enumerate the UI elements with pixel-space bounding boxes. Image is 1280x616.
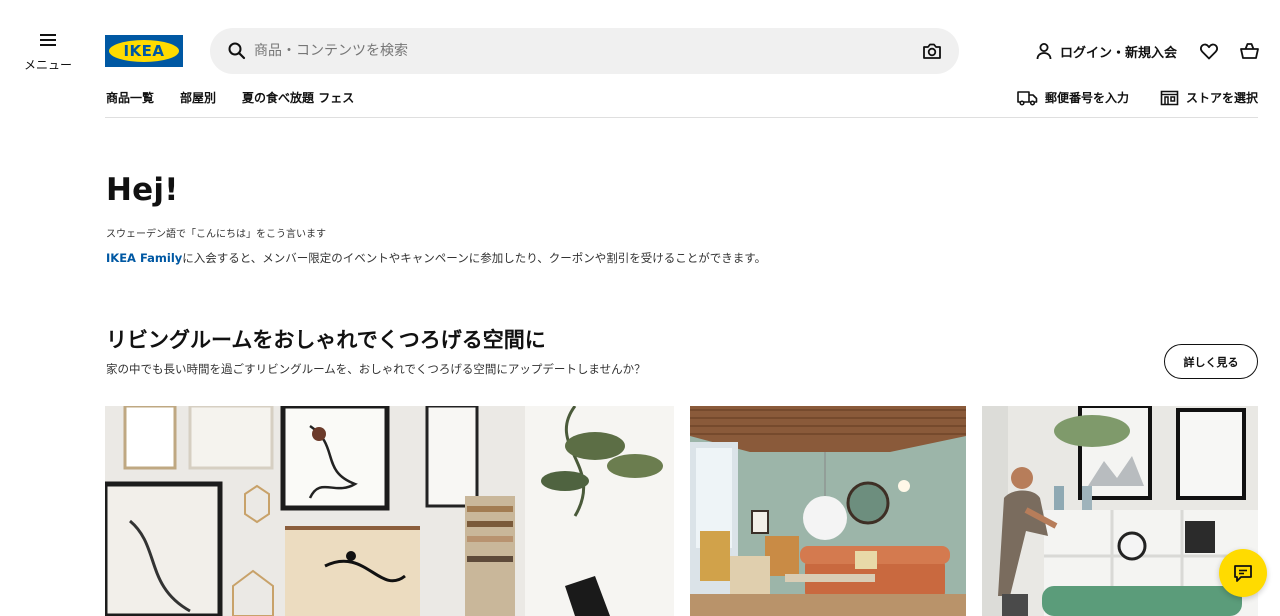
heart-icon[interactable] [1199, 41, 1219, 61]
menu-label: メニュー [23, 58, 72, 72]
nav-item-rooms[interactable]: 部屋別 [180, 89, 216, 106]
see-more-button[interactable]: 詳しく見る [1164, 344, 1258, 379]
truck-icon [1017, 90, 1038, 106]
login-button[interactable]: ログイン・新規入会 [1036, 40, 1177, 62]
hero-title: Hej! [106, 172, 179, 208]
chat-button[interactable] [1219, 549, 1267, 597]
store-icon [1160, 90, 1179, 105]
camera-icon[interactable] [921, 40, 943, 62]
hero-description-text: に入会すると、メンバー限定のイベントやキャンペーンに参加したり、クーポンや割引を… [182, 251, 767, 265]
section-subtitle: 家の中でも長い時間を過ごすリビングルームを、おしゃれでくつろげる空間にアップデー… [106, 362, 646, 376]
search-bar[interactable] [210, 28, 959, 74]
hero-subtitle: スウェーデン語で「こんにちは」をこう言います [106, 229, 326, 240]
logo-text: IKEA [123, 42, 165, 60]
living-room-green-wall-image[interactable] [690, 406, 966, 616]
living-room-shelf-man-image[interactable] [982, 406, 1258, 616]
search-input[interactable] [254, 28, 904, 74]
chat-icon [1234, 565, 1252, 582]
living-room-gallery-wall-image[interactable] [105, 406, 674, 616]
header-divider [105, 117, 1258, 118]
postal-code-label: 郵便番号を入力 [1045, 91, 1130, 105]
bag-icon[interactable] [1239, 41, 1260, 61]
hero-description: IKEA Familyに入会すると、メンバー限定のイベントやキャンペーンに参加し… [106, 250, 766, 266]
login-label: ログイン・新規入会 [1060, 45, 1178, 61]
menu-icon [40, 34, 56, 46]
nav-item-summer-fes[interactable]: 夏の食べ放題 フェス [242, 89, 354, 106]
store-select-label: ストアを選択 [1186, 91, 1259, 105]
main-nav: 商品一覧 部屋別 夏の食べ放題 フェス [106, 89, 354, 106]
ikea-logo[interactable]: IKEA [105, 35, 183, 67]
user-icon [1036, 43, 1052, 60]
ikea-family-link[interactable]: IKEA Family [106, 251, 182, 265]
nav-item-products[interactable]: 商品一覧 [106, 89, 154, 106]
postal-code-button[interactable]: 郵便番号を入力 [1017, 89, 1129, 106]
store-select-button[interactable]: ストアを選択 [1160, 89, 1258, 106]
search-icon [228, 42, 246, 60]
section-title: リビングルームをおしゃれでくつろげる空間に [106, 328, 546, 352]
menu-button[interactable]: メニュー [18, 30, 78, 80]
